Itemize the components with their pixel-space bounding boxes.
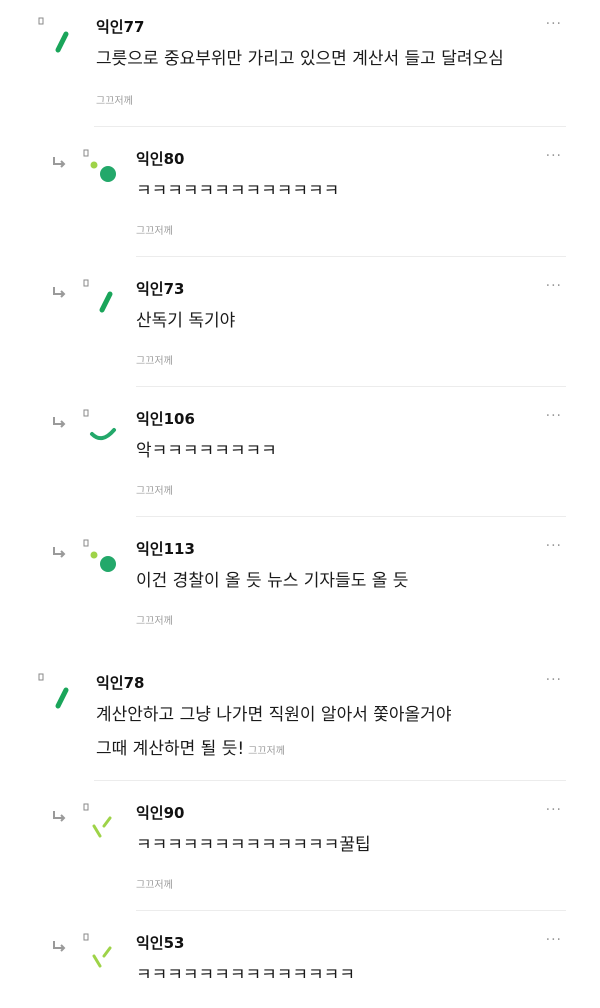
comment-author[interactable]: 익인73 bbox=[136, 278, 184, 299]
comment-text: 이건 경찰이 올 듯 뉴스 기자들도 올 듯 bbox=[136, 571, 409, 591]
comment-text: 악ㅋㅋㅋㅋㅋㅋㅋㅋ bbox=[136, 441, 277, 461]
more-options-icon[interactable]: ··· bbox=[546, 278, 562, 294]
reply-arrow-icon bbox=[53, 811, 66, 822]
more-options-icon[interactable]: ··· bbox=[546, 16, 562, 32]
comment-time: 그끄저께 bbox=[248, 746, 285, 757]
comment-text: 그때 계산하면 될 듯! bbox=[96, 739, 245, 759]
comment-text-line: 계산안하고 그냥 나가면 직원이 알아서 쫓아올거야 bbox=[96, 705, 452, 725]
avatar bbox=[83, 803, 112, 838]
avatar bbox=[83, 539, 116, 572]
comment-author[interactable]: 익인106 bbox=[136, 408, 195, 429]
more-options-icon[interactable]: ··· bbox=[546, 802, 562, 818]
comment-author[interactable]: 익인90 bbox=[136, 802, 184, 823]
comment-author[interactable]: 익인113 bbox=[136, 538, 195, 559]
comment-time: 그끄저께 bbox=[136, 356, 173, 367]
comment-text: ㅋㅋㅋㅋㅋㅋㅋㅋㅋㅋㅋㅋㅋ꿀팁 bbox=[136, 835, 371, 855]
divider bbox=[136, 910, 566, 911]
comment-text: ㅋㅋㅋㅋㅋㅋㅋㅋㅋㅋㅋㅋㅋㅋ bbox=[136, 965, 355, 985]
reply-arrow-icon bbox=[53, 287, 66, 298]
avatar bbox=[83, 149, 116, 182]
comment-author[interactable]: 익인80 bbox=[136, 148, 184, 169]
comment-time: 그끄저께 bbox=[136, 486, 173, 497]
more-options-icon[interactable]: ··· bbox=[546, 408, 562, 424]
divider bbox=[94, 780, 566, 781]
comment-text: 산독기 독기야 bbox=[136, 311, 236, 331]
avatar bbox=[38, 17, 69, 53]
avatar bbox=[83, 933, 112, 968]
divider bbox=[94, 126, 566, 127]
comment-time: 그끄저께 bbox=[96, 96, 133, 107]
avatar bbox=[38, 673, 69, 709]
divider bbox=[136, 256, 566, 257]
reply-arrow-icon bbox=[53, 547, 66, 558]
divider bbox=[136, 516, 566, 517]
comment-list: 익인77 ··· 그릇으로 중요부위만 가리고 있으면 계산서 들고 달려오심 … bbox=[0, 0, 600, 1008]
more-options-icon[interactable]: ··· bbox=[546, 148, 562, 164]
comment-time: 그끄저께 bbox=[136, 226, 173, 237]
more-options-icon[interactable]: ··· bbox=[546, 538, 562, 554]
avatar bbox=[83, 409, 116, 441]
comment-text: ㅋㅋㅋㅋㅋㅋㅋㅋㅋㅋㅋㅋㅋ bbox=[136, 181, 340, 201]
comment-time: 그끄저께 bbox=[136, 880, 173, 891]
avatar bbox=[83, 279, 113, 313]
more-options-icon[interactable]: ··· bbox=[546, 672, 562, 688]
comment-text: 그릇으로 중요부위만 가리고 있으면 계산서 들고 달려오심 bbox=[96, 49, 504, 69]
divider bbox=[136, 386, 566, 387]
reply-arrow-icon bbox=[53, 941, 66, 952]
comment-author[interactable]: 익인53 bbox=[136, 932, 184, 953]
more-options-icon[interactable]: ··· bbox=[546, 932, 562, 948]
reply-arrow-icon bbox=[53, 417, 66, 428]
comment-author[interactable]: 익인77 bbox=[96, 16, 144, 37]
reply-arrow-icon bbox=[53, 157, 66, 168]
comment-text-line: 그때 계산하면 될 듯! 그끄저께 bbox=[96, 732, 285, 769]
comment-time: 그끄저께 bbox=[136, 616, 173, 627]
comment-author[interactable]: 익인78 bbox=[96, 672, 144, 693]
